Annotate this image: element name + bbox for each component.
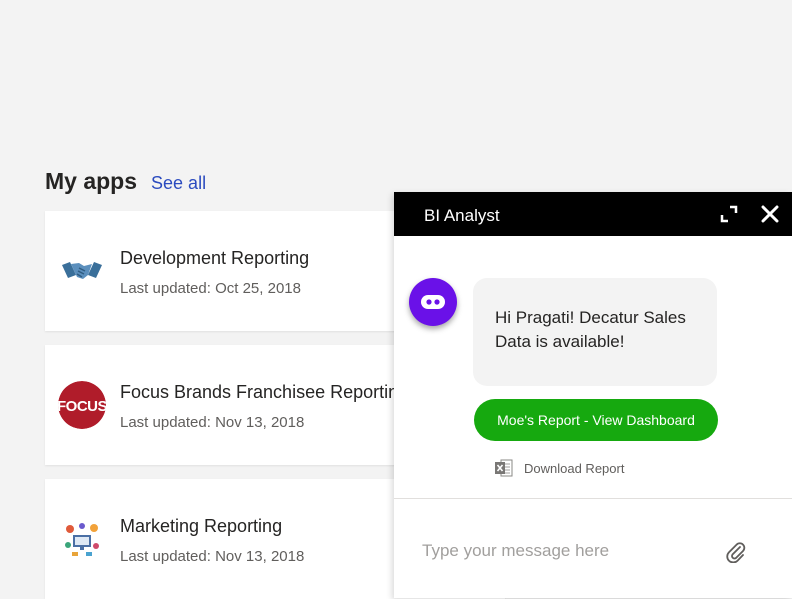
- see-all-link[interactable]: See all: [151, 173, 206, 194]
- my-apps-header: My apps See all: [45, 168, 206, 195]
- app-name: Marketing Reporting: [120, 516, 283, 536]
- chat-header: BI Analyst: [394, 192, 792, 236]
- marketing-icon: [58, 515, 106, 563]
- chat-title: BI Analyst: [424, 206, 500, 225]
- svg-text:FOCUS: FOCUS: [58, 398, 106, 415]
- app-last-updated: Last updated: Oct 25, 2018: [120, 280, 301, 297]
- bot-message-bubble: Hi Pragati! Decatur Sales Data is availa…: [473, 278, 717, 386]
- paperclip-icon[interactable]: [724, 539, 746, 564]
- section-title: My apps: [45, 168, 138, 194]
- app-name: Focus Brands Franchisee Reporting: [120, 382, 409, 402]
- view-dashboard-button[interactable]: Moe's Report - View Dashboard: [474, 399, 718, 441]
- app-last-updated: Last updated: Nov 13, 2018: [120, 548, 305, 565]
- app-name: Development Reporting: [120, 248, 310, 268]
- download-report-link[interactable]: Download Report: [494, 458, 624, 478]
- bot-message-text: Hi Pragati! Decatur Sales Data is availa…: [495, 308, 686, 351]
- expand-icon[interactable]: [720, 205, 738, 223]
- message-input[interactable]: [420, 535, 714, 567]
- handshake-icon: [58, 247, 106, 295]
- download-report-label: Download Report: [524, 460, 625, 476]
- focus-logo: FOCUS: [58, 381, 106, 429]
- excel-file-icon: [494, 458, 514, 478]
- bi-analyst-chat-panel: BI Analyst Hi Pragati! Decatur Sales Dat…: [394, 192, 792, 598]
- chat-input-area: [394, 499, 792, 598]
- close-icon[interactable]: [760, 204, 780, 224]
- bot-avatar-icon: [409, 278, 457, 326]
- app-last-updated: Last updated: Nov 13, 2018: [120, 414, 305, 431]
